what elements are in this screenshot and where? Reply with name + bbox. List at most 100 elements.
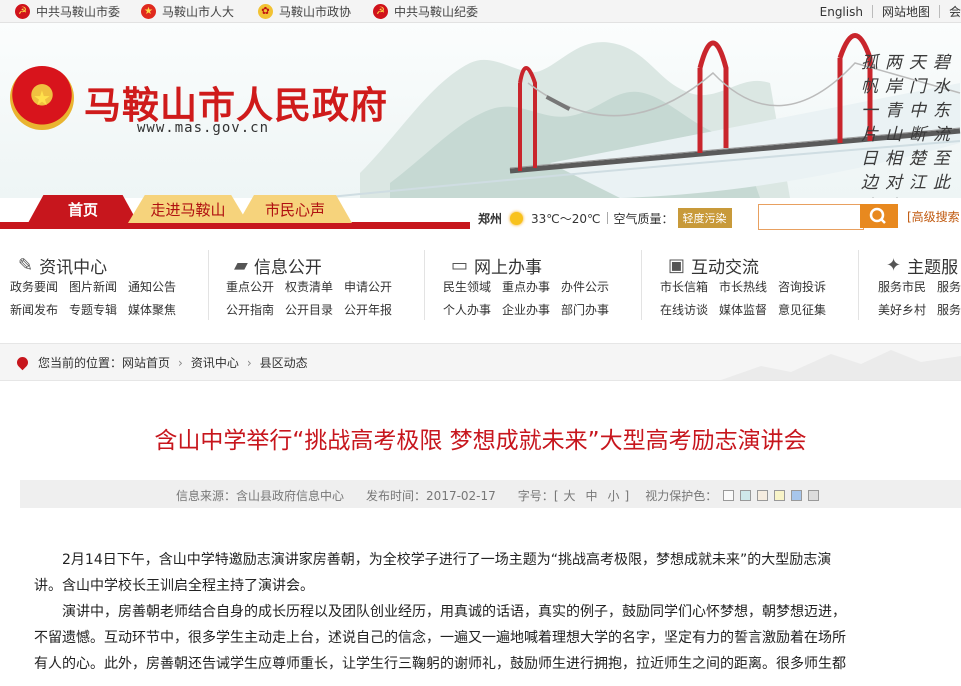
top-link-label: 中共马鞍山纪委 <box>394 5 479 19</box>
color-swatch-beige[interactable] <box>757 490 769 501</box>
breadcrumb-link-news[interactable]: 资讯中心 <box>191 354 239 371</box>
category-link[interactable]: 服务 <box>937 278 961 295</box>
english-link[interactable]: English <box>820 5 863 19</box>
category-theme-services: ✦ 主题服 服务市民 服务 美好乡村 服务 <box>878 238 961 330</box>
mountain-decoration <box>721 350 961 380</box>
category-link[interactable]: 公开年报 <box>344 301 392 318</box>
top-link-peoples-congress[interactable]: ★ 马鞍山市人大 <box>141 3 234 20</box>
top-link-party-committee[interactable]: ☭ 中共马鞍山市委 <box>15 3 120 20</box>
category-link[interactable]: 媒体聚焦 <box>128 301 176 318</box>
category-link[interactable]: 部门办事 <box>561 301 609 318</box>
chevron-right-icon: › <box>178 355 183 370</box>
vision-protect-label: 视力保护色： <box>645 489 718 503</box>
category-link[interactable]: 通知公告 <box>128 278 176 295</box>
article-paragraph: 演讲中，房善朝老师结合自身的成长历程以及团队创业经历，用真诚的话语，真实的例子，… <box>62 604 846 620</box>
article-meta-bar: 信息来源： 含山县政府信息中心 发布时间： 2017-02-17 字号： [ 大… <box>20 480 961 508</box>
tab-citizen-voice[interactable]: 市民心声 <box>238 195 352 223</box>
color-swatch-yellow[interactable] <box>774 490 786 501</box>
category-link[interactable]: 市长热线 <box>719 278 767 295</box>
category-link[interactable]: 重点公开 <box>226 278 274 295</box>
color-swatch-white[interactable] <box>723 490 735 501</box>
category-link[interactable]: 美好乡村 <box>878 301 926 318</box>
advanced-search-link[interactable]: [高级搜索 <box>907 208 960 225</box>
article-paragraph: 有人的心。此外，房善朝还告诫学生应尊师重长，让学生行三鞠躬的谢师礼，鼓励师生进行… <box>34 656 846 672</box>
top-link-discipline-commission[interactable]: ☭ 中共马鞍山纪委 <box>373 3 478 20</box>
search-button[interactable] <box>860 204 898 228</box>
top-link-label: 中共马鞍山市委 <box>36 5 121 19</box>
category-header[interactable]: ✎ 资讯中心 <box>18 253 107 278</box>
top-bar: ☭ 中共马鞍山市委 ★ 马鞍山市人大 ✿ 马鞍山市政协 ☭ 中共马鞍山纪委 En… <box>0 0 961 23</box>
nav-underline <box>0 222 470 229</box>
category-title: 网上办事 <box>474 258 543 278</box>
divider <box>641 250 642 320</box>
category-link[interactable]: 媒体监督 <box>719 301 767 318</box>
category-link[interactable]: 民生领域 <box>443 278 491 295</box>
category-link[interactable]: 专题专辑 <box>69 301 117 318</box>
search-icon <box>869 207 886 224</box>
font-size-large-button[interactable]: 大 <box>564 487 576 504</box>
category-link[interactable]: 市长信箱 <box>660 278 708 295</box>
sitemap-link[interactable]: 网站地图 <box>882 3 930 20</box>
poem-column: 碧水东流至此回 <box>933 53 950 198</box>
breadcrumb-link-county[interactable]: 县区动态 <box>260 354 308 371</box>
divider <box>424 250 425 320</box>
category-link[interactable]: 服务 <box>937 301 961 318</box>
category-link[interactable]: 新闻发布 <box>10 301 58 318</box>
more-link[interactable]: 会 <box>949 3 961 20</box>
category-link[interactable]: 在线访谈 <box>660 301 708 318</box>
weather-city: 郑州 <box>478 211 503 226</box>
article-paragraph: 讲。含山中学校长王训启全程主持了演讲会。 <box>34 578 314 594</box>
weather-widget: 郑州 33℃～20℃ 空气质量： 轻度污染 <box>478 208 732 228</box>
calligraphy-poem: 孤帆一片日边来 两岸青山相对出 天门中断楚江开 碧水东流至此回 <box>861 51 953 198</box>
font-size-small-button[interactable]: 小 <box>608 487 620 504</box>
air-quality-badge: 轻度污染 <box>677 208 732 228</box>
category-link[interactable]: 办件公示 <box>561 278 609 295</box>
category-link[interactable]: 图片新闻 <box>69 278 117 295</box>
font-size-medium-button[interactable]: 中 <box>586 487 598 504</box>
search-input[interactable] <box>758 204 864 230</box>
category-link[interactable]: 权责清单 <box>285 278 333 295</box>
category-link[interactable]: 咨询投诉 <box>778 278 826 295</box>
category-link[interactable]: 企业办事 <box>502 301 550 318</box>
national-emblem-logo: ★ <box>10 66 74 130</box>
category-info-disclosure: ▰ 信息公开 重点公开 权责清单 申请公开 公开指南 公开目录 公开年报 <box>226 238 416 330</box>
divider <box>606 212 608 224</box>
category-online-services: ▭ 网上办事 民生领域 重点办事 办件公示 个人办事 企业办事 部门办事 <box>443 238 633 330</box>
category-link[interactable]: 服务市民 <box>878 278 926 295</box>
category-title: 信息公开 <box>253 258 322 278</box>
tab-about-maanshan[interactable]: 走进马鞍山 <box>128 195 248 223</box>
breadcrumb-link-home[interactable]: 网站首页 <box>122 354 170 371</box>
divider <box>938 5 940 18</box>
air-quality-label: 空气质量： <box>613 211 674 226</box>
bracket: [ <box>553 488 559 503</box>
top-link-cppcc[interactable]: ✿ 马鞍山市政协 <box>258 3 351 20</box>
tab-home[interactable]: 首页 <box>28 195 138 223</box>
color-swatch-gray[interactable] <box>808 490 820 501</box>
category-link[interactable]: 意见征集 <box>778 301 826 318</box>
source-label: 信息来源： <box>176 489 237 503</box>
category-link[interactable]: 重点办事 <box>502 278 550 295</box>
source-value: 含山县政府信息中心 <box>236 489 345 503</box>
breadcrumb-prefix: 您当前的位置： <box>38 356 123 370</box>
category-link[interactable]: 公开指南 <box>226 301 274 318</box>
category-header[interactable]: ▭ 网上办事 <box>451 253 542 278</box>
top-link-label: 马鞍山市政协 <box>279 5 352 19</box>
category-link[interactable]: 申请公开 <box>344 278 392 295</box>
color-swatch-cyan[interactable] <box>740 490 752 501</box>
divider <box>858 250 859 320</box>
category-header[interactable]: ▣ 互动交流 <box>668 253 759 278</box>
location-pin-icon <box>14 354 31 371</box>
category-link[interactable]: 政务要闻 <box>10 278 58 295</box>
sun-icon <box>510 211 524 225</box>
breadcrumb: 您当前的位置： 网站首页 › 资讯中心 › 县区动态 <box>0 343 961 381</box>
chat-icon: ▣ <box>668 255 686 276</box>
article-body: 2月14日下午，含山中学特邀励志演讲家房善朝，为全校学子进行了一场主题为“挑战高… <box>34 547 961 677</box>
bracket: ] <box>624 488 630 503</box>
category-header[interactable]: ▰ 信息公开 <box>234 253 322 278</box>
color-swatch-blue[interactable] <box>791 490 803 501</box>
star-icon: ✦ <box>886 255 902 276</box>
article-paragraph: 不留遗憾。互动环节中，很多学生主动走上台，述说自己的信念，一遍又一遍地喊着理想大… <box>34 630 846 646</box>
category-link[interactable]: 公开目录 <box>285 301 333 318</box>
category-header[interactable]: ✦ 主题服 <box>886 253 958 278</box>
category-link[interactable]: 个人办事 <box>443 301 491 318</box>
